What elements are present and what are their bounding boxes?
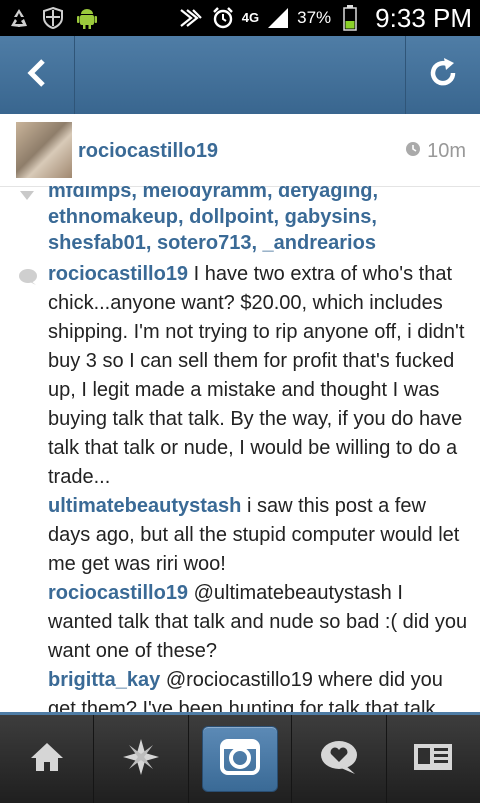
likes-list[interactable]: mfdimps, melodyramm, defyaging, ethnomak… (48, 186, 468, 256)
comment-username[interactable]: rociocastillo19 (48, 263, 188, 285)
post-username[interactable]: rociocastillo19 (78, 140, 218, 163)
battery-icon (337, 5, 363, 31)
nav-home[interactable] (0, 715, 95, 803)
nav-profile[interactable] (387, 715, 480, 803)
comment: ultimatebeautystash i saw this post a fe… (48, 492, 472, 579)
refresh-icon (427, 57, 459, 94)
refresh-button[interactable] (405, 36, 480, 114)
bottom-nav (0, 712, 480, 803)
clock-icon (405, 140, 421, 163)
app-header (0, 36, 480, 115)
explore-icon (121, 737, 161, 782)
android-icon (74, 5, 100, 31)
comment-list: rociocastillo19 I have two extra of who'… (48, 260, 472, 712)
comment-username[interactable]: ultimatebeautystash (48, 495, 241, 517)
shield-icon (40, 5, 66, 31)
camera-button[interactable] (201, 726, 278, 792)
comment-icon (18, 268, 38, 291)
comment-text: I have two extra of who's that chick...a… (48, 263, 465, 488)
status-bar: 4G 37% 9:33 PM (0, 0, 480, 36)
clock: 9:33 PM (375, 2, 472, 33)
comment: rociocastillo19 @ultimatebeautystash I w… (48, 579, 472, 666)
avatar[interactable] (16, 122, 72, 178)
post-time-text: 10m (427, 140, 466, 162)
heart-icon (18, 188, 36, 206)
back-button[interactable] (0, 36, 75, 114)
comment-username[interactable]: rociocastillo19 (48, 582, 188, 604)
activity-icon (319, 739, 359, 780)
recycle-icon (6, 5, 32, 31)
camera-icon (219, 738, 260, 780)
nav-activity[interactable] (292, 715, 387, 803)
nav-explore[interactable] (94, 715, 189, 803)
comment: rociocastillo19 I have two extra of who'… (48, 260, 472, 492)
comment-username[interactable]: brigitta_kay (48, 669, 160, 691)
comments-area[interactable]: mfdimps, melodyramm, defyaging, ethnomak… (0, 186, 480, 712)
post-header: rociocastillo19 10m (0, 114, 480, 187)
profile-icon (413, 743, 453, 776)
network-type: 4G (241, 10, 260, 25)
signal-icon (265, 5, 291, 31)
battery-percent: 37% (297, 8, 332, 27)
nfc-icon (178, 5, 204, 31)
alarm-icon (210, 5, 236, 31)
post-timestamp: 10m (405, 140, 466, 163)
chevron-left-icon (25, 58, 49, 93)
comment: brigitta_kay @rociocastillo19 where did … (48, 666, 472, 712)
home-icon (29, 741, 65, 778)
nav-camera[interactable] (189, 715, 293, 803)
